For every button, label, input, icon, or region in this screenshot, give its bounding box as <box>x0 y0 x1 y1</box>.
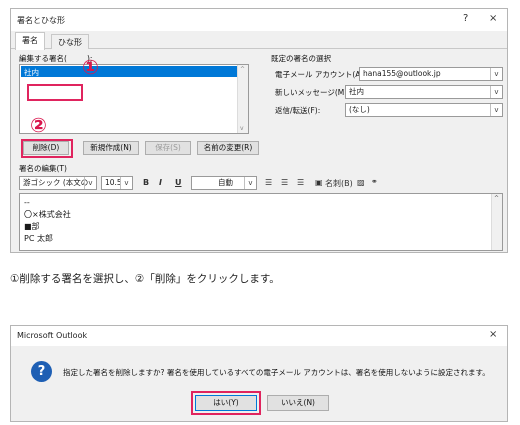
signature-list-item[interactable]: 社内 <box>24 67 39 78</box>
chevron-down-icon: v <box>120 177 132 189</box>
business-card-button[interactable]: 名刺(B) <box>325 178 353 189</box>
close-button[interactable]: × <box>489 13 497 24</box>
tab-stationery[interactable]: ひな形 <box>51 34 89 49</box>
font-value: 游ゴシック (本文の <box>23 178 89 187</box>
email-account-label: 電子メール アカウント(A): <box>275 70 366 79</box>
signature-line: 〇×株式会社 <box>24 210 71 219</box>
chevron-down-icon: v <box>490 86 502 98</box>
no-button[interactable]: いいえ(N) <box>267 395 329 411</box>
insert-picture-icon[interactable]: ▨ <box>357 178 365 187</box>
highlight-yes-button <box>191 391 261 415</box>
save-button[interactable]: 保存(S) <box>145 141 191 155</box>
highlight-signature-item <box>27 84 83 101</box>
email-account-value: hana155@outlook.jp <box>363 69 441 78</box>
signature-list-scrollbar[interactable]: ^ v <box>237 65 248 133</box>
font-select[interactable]: 游ゴシック (本文の v <box>19 176 97 190</box>
default-signature-label: 既定の署名の選択 <box>271 54 331 63</box>
step-2-marker: ② <box>30 113 47 137</box>
tab-signatures[interactable]: 署名 <box>15 32 45 50</box>
signature-line: -- <box>24 198 30 207</box>
align-right-icon[interactable]: ☰ <box>297 178 304 187</box>
chevron-down-icon: v <box>244 177 256 189</box>
confirm-close-button[interactable]: × <box>489 329 497 340</box>
dialog-titlebar: 署名とひな形 ? × <box>11 9 507 31</box>
business-card-icon: ▣ <box>315 178 323 187</box>
question-icon: ? <box>31 361 52 382</box>
confirm-message: 指定した署名を削除しますか? 署名を使用しているすべての電子メール アカウントは… <box>63 368 490 377</box>
confirm-title: Microsoft Outlook <box>17 331 88 340</box>
signatures-dialog: 署名とひな形 ? × 署名 ひな形 編集する署名(); 社内 ^ v ① 削除(… <box>10 8 508 253</box>
align-left-icon[interactable]: ☰ <box>265 178 272 187</box>
chevron-down-icon: v <box>490 104 502 116</box>
tab-bar: 署名 ひな形 <box>11 31 507 50</box>
size-select[interactable]: 10.5 v <box>101 176 133 190</box>
confirm-dialog: Microsoft Outlook × ? 指定した署名を削除しますか? 署名を… <box>10 325 508 422</box>
replies-value: (なし) <box>349 105 370 114</box>
align-center-icon[interactable]: ☰ <box>281 178 288 187</box>
insert-link-icon[interactable]: ⚭ <box>371 177 378 186</box>
replies-select[interactable]: (なし) v <box>345 103 503 117</box>
new-button[interactable]: 新規作成(N) <box>83 141 139 155</box>
step-1-marker: ① <box>82 55 99 79</box>
rename-button[interactable]: 名前の変更(R) <box>197 141 259 155</box>
new-messages-select[interactable]: 社内 v <box>345 85 503 99</box>
signature-line: ■部 <box>24 222 40 231</box>
bold-button[interactable]: B <box>143 178 149 187</box>
help-button[interactable]: ? <box>463 13 468 24</box>
signature-body: -- 〇×株式会社 ■部 PC 太郎 <box>24 197 71 245</box>
italic-button[interactable]: I <box>159 178 162 187</box>
dialog-title: 署名とひな形 <box>17 16 65 25</box>
edit-section-label: 署名の編集(T) <box>19 164 67 173</box>
signature-line: PC 太郎 <box>24 234 53 243</box>
underline-button[interactable]: U <box>175 178 182 187</box>
new-messages-value: 社内 <box>349 87 364 96</box>
chevron-down-icon: v <box>490 68 502 80</box>
replies-label: 返信/転送(F): <box>275 106 321 115</box>
font-color-value: 自動 <box>218 178 233 187</box>
font-color-select[interactable]: 自動 v <box>191 176 257 190</box>
new-messages-label: 新しいメッセージ(M): <box>275 88 350 97</box>
format-toolbar: 游ゴシック (本文の v 10.5 v B I U 自動 v ☰ ☰ ☰ ▣ 名… <box>19 174 503 192</box>
chevron-down-icon: v <box>84 177 96 189</box>
instruction-caption: ①削除する署名を選択し、②「削除」をクリックします。 <box>10 273 280 285</box>
highlight-delete-button <box>21 139 73 158</box>
confirm-titlebar: Microsoft Outlook × <box>11 326 507 346</box>
signature-editor[interactable]: -- 〇×株式会社 ■部 PC 太郎 ^ <box>19 193 503 251</box>
editor-scrollbar[interactable]: ^ <box>491 194 502 250</box>
email-account-select[interactable]: hana155@outlook.jp v <box>359 67 503 81</box>
